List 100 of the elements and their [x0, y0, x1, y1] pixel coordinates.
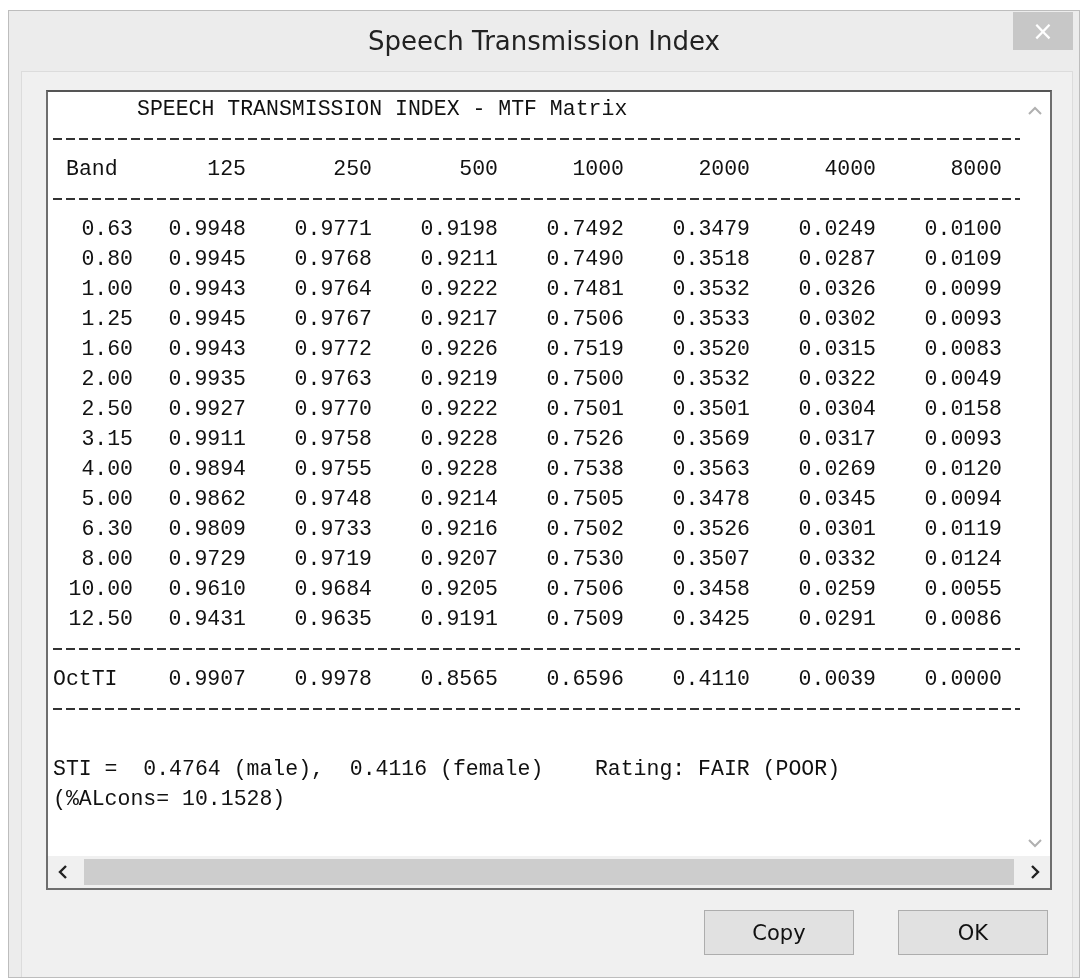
horizontal-scrollbar[interactable] [48, 856, 1050, 888]
band-label: 10.00 [67, 576, 133, 603]
table-cell-text: 0.9927 [167, 396, 246, 423]
band-label: 12.50 [67, 606, 133, 633]
table-cell-text: 0.9943 [167, 276, 246, 303]
table-cell-text: 0.9610 [167, 576, 246, 603]
table-cell-text: 0.9772 [293, 336, 372, 363]
column-header: 500 [458, 156, 498, 183]
table-cell-text: 0.9935 [167, 366, 246, 393]
table-cell-text: 0.3520 [671, 336, 750, 363]
table-cell-text: 0.9894 [167, 456, 246, 483]
table-cell-text: 0.0345 [797, 486, 876, 513]
table-cell-text: 0.9763 [293, 366, 372, 393]
table-cell-text: 0.9729 [167, 546, 246, 573]
table-cell-text: 0.0100 [923, 216, 1002, 243]
table-cell-text: 0.7501 [545, 396, 624, 423]
table-cell-text: 0.0000 [923, 666, 1002, 693]
table-cell-text: 0.0099 [923, 276, 1002, 303]
table-cell-text: 0.0093 [923, 426, 1002, 453]
band-label: 2.00 [80, 366, 133, 393]
table-cell-text: 0.9945 [167, 246, 246, 273]
band-label: 0.80 [80, 246, 133, 273]
summary-text: STI = 0.4764 (male), 0.4116 (female) Rating: FAIR (POOR) [53, 756, 842, 783]
table-cell-text: 0.9228 [419, 456, 498, 483]
table-cell-text: 0.9216 [419, 516, 498, 543]
table-cell-text: 0.9719 [293, 546, 372, 573]
table-cell-text: 0.0332 [797, 546, 876, 573]
scroll-down-icon[interactable] [1028, 838, 1042, 848]
band-label: 3.15 [80, 426, 133, 453]
table-cell-text: 0.3532 [671, 276, 750, 303]
table-cell-text: 0.0291 [797, 606, 876, 633]
table-cell-text: 0.0269 [797, 456, 876, 483]
band-label: 5.00 [80, 486, 133, 513]
table-cell-text: 0.9684 [293, 576, 372, 603]
table-cell-text: 0.0119 [923, 516, 1002, 543]
table-cell-text: 0.7500 [545, 366, 624, 393]
table-cell-text: 0.7530 [545, 546, 624, 573]
table-cell-text: 0.0287 [797, 246, 876, 273]
table-cell-text: 0.4110 [671, 666, 750, 693]
table-cell-text: 0.3478 [671, 486, 750, 513]
table-cell-text: 0.9945 [167, 306, 246, 333]
table-cell-text: 0.0083 [923, 336, 1002, 363]
dialog-button[interactable]: Copy [704, 910, 854, 955]
table-cell-text: 0.0304 [797, 396, 876, 423]
table-cell-text: 0.7481 [545, 276, 624, 303]
table-cell-text: 0.3526 [671, 516, 750, 543]
table-cell-text: 0.7519 [545, 336, 624, 363]
table-cell-text: 0.3479 [671, 216, 750, 243]
band-label: 1.00 [80, 276, 133, 303]
table-cell-text: 0.9768 [293, 246, 372, 273]
scroll-left-icon[interactable] [58, 865, 68, 879]
table-cell-text: 0.9228 [419, 426, 498, 453]
table-cell-text: 0.0326 [797, 276, 876, 303]
table-cell-text: 0.0259 [797, 576, 876, 603]
table-cell-text: 0.7505 [545, 486, 624, 513]
table-cell-text: 0.3532 [671, 366, 750, 393]
table-cell-text: 0.3518 [671, 246, 750, 273]
table-cell-text: 0.0049 [923, 366, 1002, 393]
table-cell-text: 0.3563 [671, 456, 750, 483]
column-header: 125 [206, 156, 246, 183]
table-cell-text: 0.7526 [545, 426, 624, 453]
row-label: OctTI [53, 666, 119, 693]
summary-text: (%ALcons= 10.1528) [53, 786, 287, 813]
table-cell-text: 0.9226 [419, 336, 498, 363]
table-cell-text: 0.0094 [923, 486, 1002, 513]
table-cell-text: 0.9943 [167, 336, 246, 363]
table-cell-text: 0.9911 [167, 426, 246, 453]
table-cell-text: 0.9198 [419, 216, 498, 243]
table-cell-text: 0.0093 [923, 306, 1002, 333]
dialog-button[interactable]: OK [898, 910, 1048, 955]
scroll-up-icon[interactable] [1028, 106, 1042, 116]
column-header: 4000 [823, 156, 876, 183]
table-cell-text: 0.8565 [419, 666, 498, 693]
table-cell-text: 0.3507 [671, 546, 750, 573]
column-header: 8000 [949, 156, 1002, 183]
table-cell-text: 0.9191 [419, 606, 498, 633]
column-header: 250 [332, 156, 372, 183]
table-cell-text: 0.9758 [293, 426, 372, 453]
table-cell-text: 0.3569 [671, 426, 750, 453]
table-cell-text: 0.3425 [671, 606, 750, 633]
scroll-thumb[interactable] [84, 859, 1014, 885]
scroll-right-icon[interactable] [1030, 865, 1040, 879]
band-label: 4.00 [80, 456, 133, 483]
table-cell-text: 0.9755 [293, 456, 372, 483]
column-header: 1000 [571, 156, 624, 183]
table-cell-text: 0.9733 [293, 516, 372, 543]
table-cell-text: 0.9770 [293, 396, 372, 423]
table-cell-text: 0.7506 [545, 306, 624, 333]
table-cell-text: 0.0039 [797, 666, 876, 693]
table-cell-text: 0.9635 [293, 606, 372, 633]
band-label: 2.50 [80, 396, 133, 423]
table-cell-text: 0.7492 [545, 216, 624, 243]
table-cell-text: 0.9771 [293, 216, 372, 243]
table-cell-text: 0.9222 [419, 276, 498, 303]
table-cell-text: 0.7538 [545, 456, 624, 483]
table-cell-text: 0.9211 [419, 246, 498, 273]
table-cell-text: 0.7506 [545, 576, 624, 603]
table-cell-text: 0.3533 [671, 306, 750, 333]
band-label: 1.25 [80, 306, 133, 333]
band-label: 1.60 [80, 336, 133, 363]
